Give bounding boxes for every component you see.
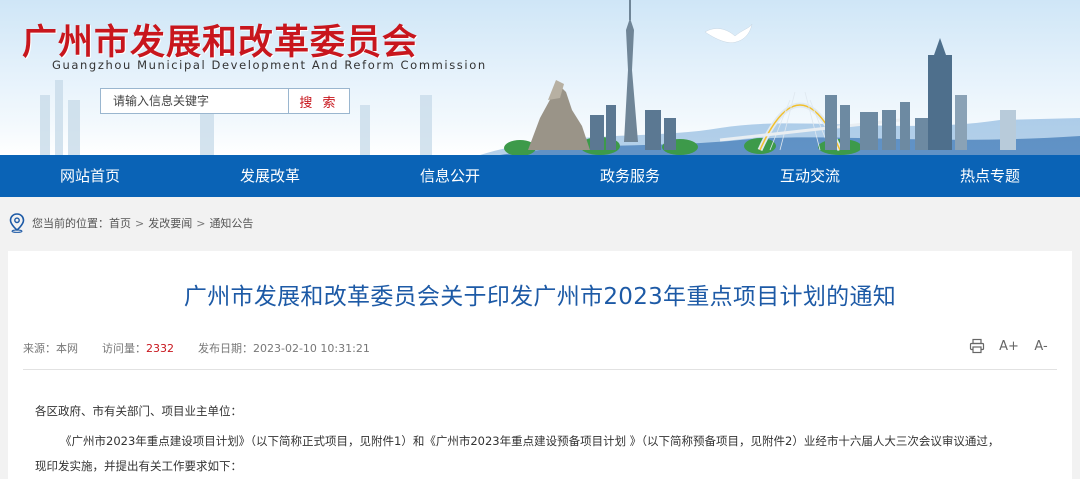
meta-source-value: 本网: [56, 342, 78, 355]
meta-date-value: 2023-02-10 10:31:21: [253, 342, 370, 355]
nav-item-development-reform[interactable]: 发展改革: [180, 155, 360, 197]
nav-item-hot-topics[interactable]: 热点专题: [900, 155, 1080, 197]
breadcrumb: 您当前的位置： 首页 > 发改要闻 > 通知公告: [8, 212, 253, 234]
meta-divider: [23, 369, 1057, 370]
article-tools: A+ A-: [968, 337, 1050, 355]
location-pin-icon: [9, 213, 25, 233]
breadcrumb-home[interactable]: 首页: [109, 215, 131, 231]
main-nav: 网站首页 发展改革 信息公开 政务服务 互动交流 热点专题: [0, 155, 1080, 197]
header-banner: 广州市发展和改革委员会 Guangzhou Municipal Developm…: [0, 0, 1080, 155]
site-subtitle: Guangzhou Municipal Development And Refo…: [52, 58, 487, 72]
print-icon[interactable]: [968, 337, 986, 355]
meta-views-label: 访问量：: [102, 342, 146, 355]
breadcrumb-separator: >: [196, 216, 206, 230]
article-panel: 广州市发展和改革委员会关于印发广州市2023年重点项目计划的通知 来源：本网 访…: [8, 251, 1072, 479]
breadcrumb-notices[interactable]: 通知公告: [209, 215, 253, 231]
meta-source: 来源：本网: [23, 340, 78, 356]
search-input[interactable]: [100, 88, 288, 114]
meta-views: 访问量：2332: [102, 340, 174, 356]
font-decrease-button[interactable]: A-: [1032, 337, 1050, 355]
nav-item-gov-services[interactable]: 政务服务: [540, 155, 720, 197]
meta-source-label: 来源：: [23, 342, 56, 355]
search-bar: 搜 索: [100, 88, 350, 114]
meta-date-label: 发布日期：: [198, 342, 253, 355]
nav-item-home[interactable]: 网站首页: [0, 155, 180, 197]
article-paragraph: 各区政府、市有关部门、项目业主单位：: [35, 404, 242, 418]
breadcrumb-prefix: 您当前的位置：: [32, 217, 109, 230]
article-paragraph: 现印发实施，并提出有关工作要求如下：: [35, 459, 242, 473]
meta-views-value: 2332: [146, 342, 174, 355]
font-increase-button[interactable]: A+: [999, 337, 1019, 355]
search-button[interactable]: 搜 索: [288, 88, 350, 114]
nav-item-info-disclosure[interactable]: 信息公开: [360, 155, 540, 197]
article-meta: 来源：本网 访问量：2332 发布日期：2023-02-10 10:31:21: [23, 340, 370, 356]
nav-item-interaction[interactable]: 互动交流: [720, 155, 900, 197]
breadcrumb-separator: >: [135, 216, 145, 230]
article-title: 广州市发展和改革委员会关于印发广州市2023年重点项目计划的通知: [183, 284, 897, 310]
article-paragraph: 《广州市2023年重点建设项目计划》（以下简称正式项目，见附件1）和《广州市20…: [60, 434, 1000, 448]
meta-date: 发布日期：2023-02-10 10:31:21: [198, 340, 370, 356]
breadcrumb-news[interactable]: 发改要闻: [148, 215, 192, 231]
